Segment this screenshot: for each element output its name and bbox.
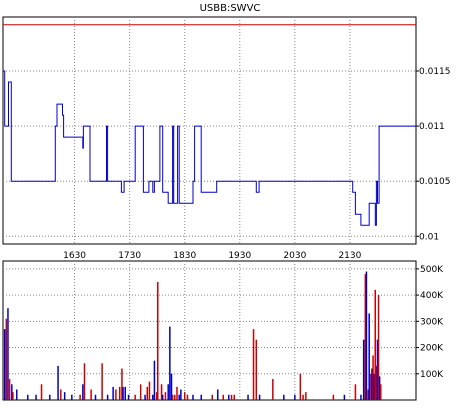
y-tick-label: 0.0115 xyxy=(419,67,451,77)
volume-series xyxy=(3,271,382,400)
volume-tick-label: 500K xyxy=(420,265,444,275)
y-tick-label: 0.011 xyxy=(419,122,445,132)
price-panel-frame xyxy=(2,16,417,245)
x-tick-label: 1730 xyxy=(118,251,141,261)
x-tick-label: 2130 xyxy=(338,251,361,261)
volume-panel-frame xyxy=(2,260,417,401)
y-tick-label: 0.01 xyxy=(419,232,439,242)
x-tick-label: 2030 xyxy=(283,251,306,261)
price-series xyxy=(3,24,416,226)
x-tick-label: 1830 xyxy=(173,251,196,261)
volume-tick-label: 200K xyxy=(420,344,444,354)
price-line xyxy=(3,70,416,226)
chart-title: USBB:SWVC xyxy=(200,3,261,14)
stock-chart: USBB:SWVC 1630 1730 1830 1930 2030 2130 0.01 0.… xyxy=(2,3,451,401)
x-tick-label: 1930 xyxy=(228,251,251,261)
volume-tick-label: 300K xyxy=(420,317,444,327)
volume-tick-label: 100K xyxy=(420,370,444,380)
tick-labels: 1630 1730 1830 1930 2030 2130 0.01 0.0105 0.011 0… xyxy=(63,67,450,380)
x-tick-label: 1630 xyxy=(63,251,86,261)
y-tick-label: 0.0105 xyxy=(419,177,451,187)
grid-lines xyxy=(3,17,419,400)
volume-tick-label: 400K xyxy=(420,291,444,301)
